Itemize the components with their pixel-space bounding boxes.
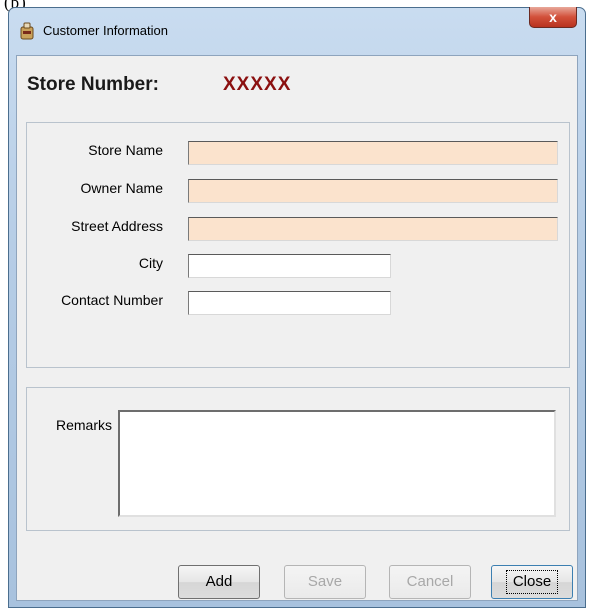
store-number-label: Store Number: xyxy=(27,74,159,95)
street-address-field[interactable] xyxy=(188,217,558,241)
title-bar[interactable]: Customer Information x xyxy=(9,7,585,55)
close-window-button[interactable]: x xyxy=(529,7,577,28)
add-button[interactable]: Add xyxy=(178,565,260,599)
owner-name-field[interactable] xyxy=(188,179,558,203)
cancel-button[interactable]: Cancel xyxy=(389,565,471,599)
app-icon xyxy=(20,22,34,40)
city-label: City xyxy=(138,255,163,271)
street-address-label: Street Address xyxy=(71,218,163,234)
remarks-textarea[interactable] xyxy=(118,410,556,517)
save-button[interactable]: Save xyxy=(284,565,366,599)
contact-number-field[interactable] xyxy=(188,291,391,315)
city-field[interactable] xyxy=(188,254,391,278)
store-number-value: XXXXX xyxy=(223,74,292,95)
close-button[interactable]: Close xyxy=(491,565,573,599)
owner-name-label: Owner Name xyxy=(80,180,163,196)
customer-information-window: Customer Information x Store Number: XXX… xyxy=(8,7,586,608)
store-name-field[interactable] xyxy=(188,141,558,165)
contact-number-label: Contact Number xyxy=(61,292,163,308)
remarks-label: Remarks xyxy=(55,417,112,433)
close-icon: x xyxy=(549,9,557,25)
window-title: Customer Information xyxy=(43,23,168,38)
form-body: Store Number: XXXXX Store Name Owner Nam… xyxy=(16,55,578,601)
store-name-label: Store Name xyxy=(88,142,163,158)
close-button-label: Close xyxy=(505,570,559,594)
